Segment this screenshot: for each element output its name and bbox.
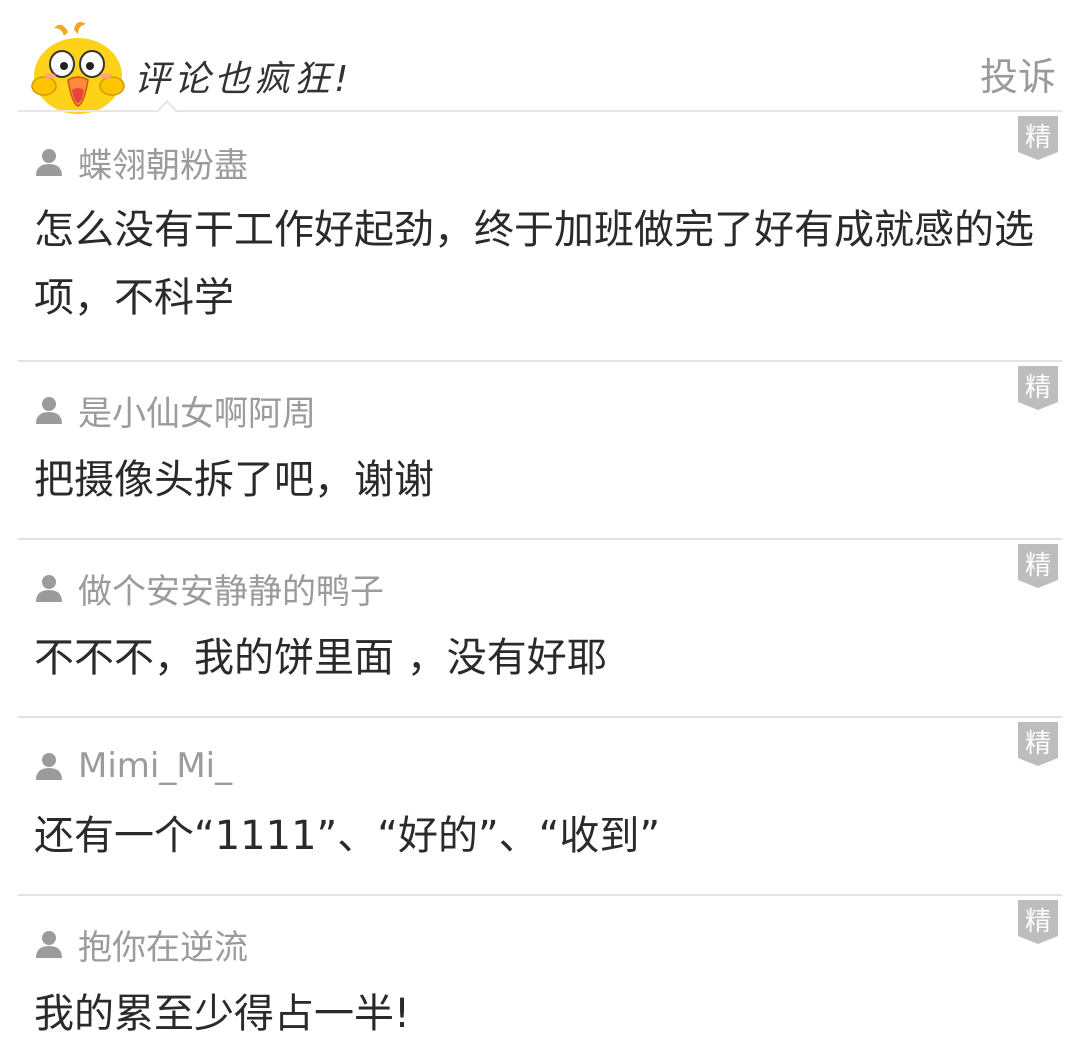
- featured-badge-icon: 精: [1018, 722, 1058, 766]
- comments-header: 评论也疯狂! 投诉: [0, 0, 1080, 120]
- comment-item: 精 是小仙女啊阿周 把摄像头拆了吧，谢谢: [18, 362, 1062, 540]
- username: 蝶翎朝粉盡: [78, 145, 248, 186]
- featured-badge-icon: 精: [1018, 544, 1058, 588]
- comment-author[interactable]: 蝶翎朝粉盡: [36, 140, 248, 186]
- username: 做个安安静静的鸭子: [78, 571, 384, 612]
- username: 是小仙女啊阿周: [78, 393, 316, 434]
- featured-badge-icon: 精: [1018, 366, 1058, 410]
- user-icon: [36, 575, 62, 602]
- user-icon: [36, 931, 62, 958]
- user-icon: [36, 397, 62, 424]
- svg-text:精: 精: [1025, 373, 1051, 403]
- comment-text: 我的累至少得占一半!: [34, 991, 411, 1037]
- featured-badge-icon: 精: [1018, 900, 1058, 944]
- comment-author[interactable]: 做个安安静静的鸭子: [36, 566, 384, 612]
- comment-item: 精 抱你在逆流 我的累至少得占一半!: [18, 896, 1062, 1055]
- svg-text:精: 精: [1025, 729, 1051, 759]
- comment-author[interactable]: 是小仙女啊阿周: [36, 388, 316, 434]
- username: 抱你在逆流: [78, 927, 248, 968]
- username: Mimi_Mi_: [78, 746, 233, 786]
- mascot-chick-icon: [31, 22, 125, 114]
- svg-text:精: 精: [1025, 907, 1051, 937]
- comment-text: 把摄像头拆了吧，谢谢: [34, 457, 434, 503]
- report-button[interactable]: 投诉: [980, 46, 1056, 101]
- user-icon: [36, 149, 62, 176]
- comment-author[interactable]: 抱你在逆流: [36, 922, 248, 968]
- comment-author[interactable]: Mimi_Mi_: [36, 744, 232, 788]
- comment-item: 精 蝶翎朝粉盡 怎么没有干工作好起劲，终于加班做完了好有成就感的选项，不科学: [18, 112, 1062, 362]
- svg-text:精: 精: [1025, 551, 1051, 581]
- user-icon: [36, 753, 62, 780]
- featured-badge-icon: 精: [1018, 116, 1058, 160]
- comment-text: 怎么没有干工作好起劲，终于加班做完了好有成就感的选项，不科学: [34, 207, 1034, 321]
- svg-text:精: 精: [1025, 123, 1051, 153]
- comment-item: 精 Mimi_Mi_ 还有一个“1111”、“好的”、“收到”: [18, 718, 1062, 896]
- comment-item: 精 做个安安静静的鸭子 不不不，我的饼里面 ，没有好耶: [18, 540, 1062, 718]
- header-title: 评论也疯狂!: [134, 59, 353, 100]
- comment-text: 还有一个“1111”、“好的”、“收到”: [34, 813, 661, 859]
- comment-text: 不不不，我的饼里面 ，没有好耶: [34, 635, 607, 681]
